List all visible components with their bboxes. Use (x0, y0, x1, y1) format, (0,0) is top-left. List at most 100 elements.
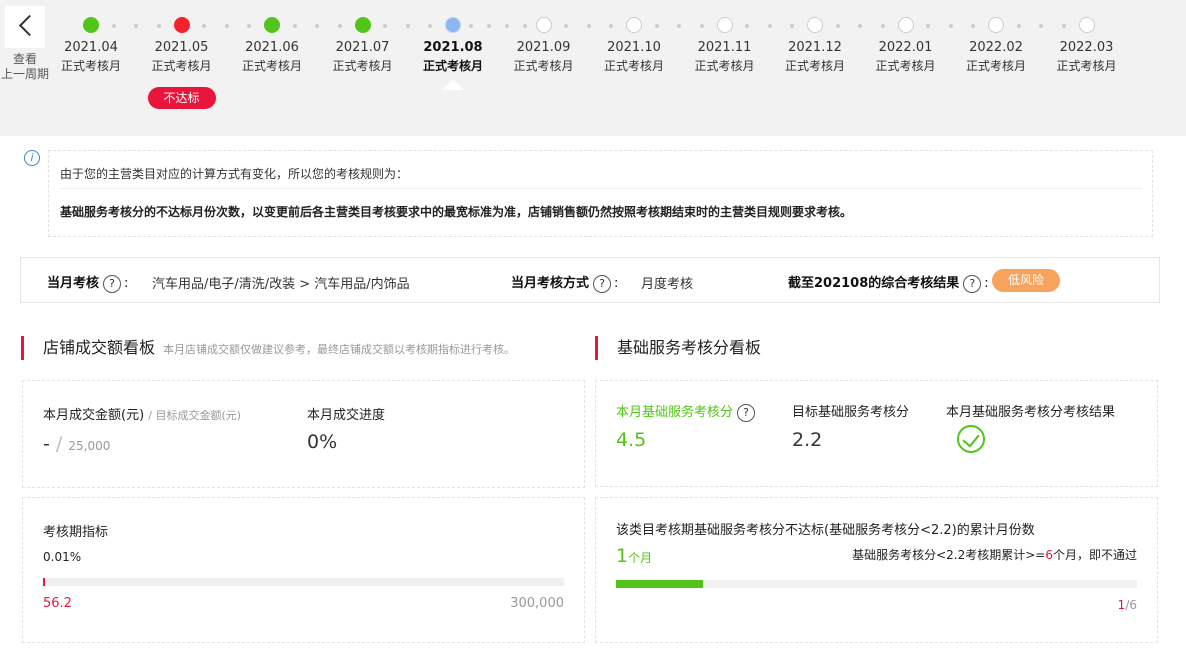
timeline-separator-dot (111, 24, 116, 28)
colon: : (984, 276, 989, 291)
method-value: 月度考核 (641, 277, 694, 292)
timeline-month[interactable]: 2021.04 正式考核月 (46, 17, 136, 75)
month-assessment-text: 当月考核 (47, 276, 100, 291)
period-target-value: 300,000 (510, 596, 564, 611)
help-icon[interactable]: ? (103, 274, 122, 293)
risk-badge: 低风险 (992, 269, 1060, 292)
amount-label-text: 本月成交金额(元) (43, 408, 145, 423)
month-type: 正式考核月 (694, 59, 755, 73)
month-type: 正式考核月 (513, 59, 574, 73)
gmv-board-title: 店铺成交额看板 本月店铺成交额仅做建议参考，最终店铺成交额以考核期指标进行考核。 (21, 336, 515, 360)
fail-count: 1个月 (616, 545, 652, 567)
notice-line2: 基础服务考核分的不达标月份次数，以变更前后各主营类目考核要求中的最宽标准为准，店… (60, 205, 853, 219)
month-type: 正式考核月 (784, 59, 845, 73)
fail-ratio-den: /6 (1125, 598, 1137, 612)
chevron-left-icon[interactable] (5, 6, 45, 48)
period-progress-fill (43, 578, 45, 586)
month-type: 正式考核月 (332, 59, 393, 73)
service-score-value: 4.5 (616, 429, 647, 451)
fail-badge: 不达标 (147, 87, 216, 109)
info-icon: i (24, 150, 40, 166)
timeline-month[interactable]: 2022.02 正式考核月 (951, 17, 1041, 75)
month-status-dot (173, 17, 190, 33)
month-status-dot (1078, 17, 1095, 33)
service-score-label: 本月基础服务考核分? (616, 401, 756, 422)
current-month-caret (442, 79, 464, 90)
result-text: 截至202108的综合考核结果 (788, 276, 960, 291)
progress-label: 本月成交进度 (307, 408, 386, 423)
timeline-separator-dot (835, 24, 840, 28)
help-icon[interactable]: ? (963, 274, 982, 293)
month-date: 2021.08 (423, 40, 483, 55)
timeline-separator-dot (292, 24, 297, 28)
slash-separator: / (55, 433, 63, 455)
fail-progress-track (616, 580, 1137, 588)
gmv-month-card: 本月成交金额(元) / 目标成交金额(元) - / 25,000 本月成交进度 … (22, 380, 585, 488)
timeline-month[interactable]: 2021.07 正式考核月 (318, 17, 408, 75)
previous-period-button[interactable]: 查看 上一周期 (0, 6, 50, 86)
month-status-dot (445, 17, 461, 33)
timeline-month[interactable]: 2021.09 正式考核月 (499, 17, 589, 75)
month-date: 2021.05 (154, 40, 209, 55)
period-current-value: 56.2 (43, 596, 72, 611)
month-status-dot (264, 17, 280, 33)
period-percent: 0.01% (43, 550, 82, 564)
month-status-dot (83, 17, 99, 33)
amount-label: 本月成交金额(元) / 目标成交金额(元) (43, 404, 241, 423)
timeline-separator-dot (1016, 24, 1021, 28)
month-date: 2021.11 (697, 40, 752, 55)
timeline-month[interactable]: 2021.10 正式考核月 (589, 17, 679, 75)
fail-count-unit: 个月 (628, 551, 653, 565)
month-type: 正式考核月 (1056, 59, 1117, 73)
timeline-month[interactable]: 2021.12 正式考核月 (770, 17, 860, 75)
service-fail-card: 该类目考核期基础服务考核分不达标(基础服务考核分<2.2)的累计月份数 1个月 … (595, 497, 1158, 643)
timeline-separator-dot (654, 24, 659, 28)
fail-rule-pre: 基础服务考核分<2.2考核期累计>= (852, 548, 1046, 562)
fail-ratio: 1/6 (1118, 598, 1137, 612)
month-status-dot (535, 17, 552, 33)
period-label: 考核期指标 (43, 525, 109, 540)
month-status-dot (897, 17, 914, 33)
help-icon[interactable]: ? (737, 403, 756, 422)
month-type: 正式考核月 (875, 59, 936, 73)
month-status-dot (807, 17, 823, 33)
amount-values: - / 25,000 (43, 433, 110, 455)
month-status-dot (626, 17, 642, 33)
progress-value: 0% (307, 431, 338, 453)
assessment-timeline: 查看 上一周期 2021.04 正式考核月 2021.05 正式考核月 不达标 2021.… (0, 0, 1186, 136)
target-amount-label: / 目标成交金额(元) (148, 409, 242, 422)
check-circle-icon (957, 425, 985, 453)
month-type: 正式考核月 (603, 59, 664, 73)
month-status-dot (354, 17, 371, 33)
gmv-board-subtitle: 本月店铺成交额仅做建议参考，最终店铺成交额以考核期指标进行考核。 (163, 343, 516, 356)
fail-rule-post: 个月，即不通过 (1052, 548, 1137, 562)
month-type: 正式考核月 (965, 59, 1026, 73)
assessment-summary: 当月考核?: 汽车用品/电子/清洗/改装 > 汽车用品/内饰品 当月考核方式?:… (20, 257, 1160, 303)
fail-progress-fill (616, 580, 703, 588)
month-date: 2021.07 (335, 40, 390, 55)
gmv-period-card: 考核期指标 0.01% 56.2 300,000 (22, 497, 585, 643)
timeline-month[interactable]: 2021.06 正式考核月 (227, 17, 317, 75)
timeline-month[interactable]: 2022.03 正式考核月 (1042, 17, 1132, 75)
month-type: 正式考核月 (422, 59, 483, 73)
target-score-value: 2.2 (792, 429, 823, 451)
back-label-line1: 查看 (12, 52, 37, 66)
timeline-month[interactable]: 2021.08 正式考核月 (408, 17, 498, 90)
help-icon[interactable]: ? (593, 274, 612, 293)
fail-rule: 基础服务考核分<2.2考核期累计>=6个月，即不通过 (852, 546, 1137, 563)
month-status-dot (716, 17, 733, 33)
month-date: 2021.12 (788, 40, 842, 55)
fail-count-title: 该类目考核期基础服务考核分不达标(基础服务考核分<2.2)的累计月份数 (616, 523, 1035, 538)
category-value: 汽车用品/电子/清洗/改装 > 汽车用品/内饰品 (152, 277, 410, 292)
timeline-month[interactable]: 2021.05 正式考核月 不达标 (137, 17, 227, 109)
month-date: 2021.10 (607, 40, 661, 55)
service-board-title-text: 基础服务考核分看板 (617, 338, 762, 357)
month-type: 正式考核月 (241, 59, 302, 73)
gmv-board-title-text: 店铺成交额看板 (43, 338, 156, 357)
month-date: 2022.02 (969, 40, 1023, 55)
timeline-month[interactable]: 2021.11 正式考核月 (680, 17, 770, 75)
month-date: 2022.03 (1059, 40, 1114, 55)
timeline-month[interactable]: 2022.01 正式考核月 (861, 17, 951, 75)
rule-notice: 由于您的主营类目对应的计算方式有变化，所以您的考核规则为： 基础服务考核分的不达… (48, 150, 1153, 237)
previous-period-label: 查看 上一周期 (0, 52, 50, 82)
